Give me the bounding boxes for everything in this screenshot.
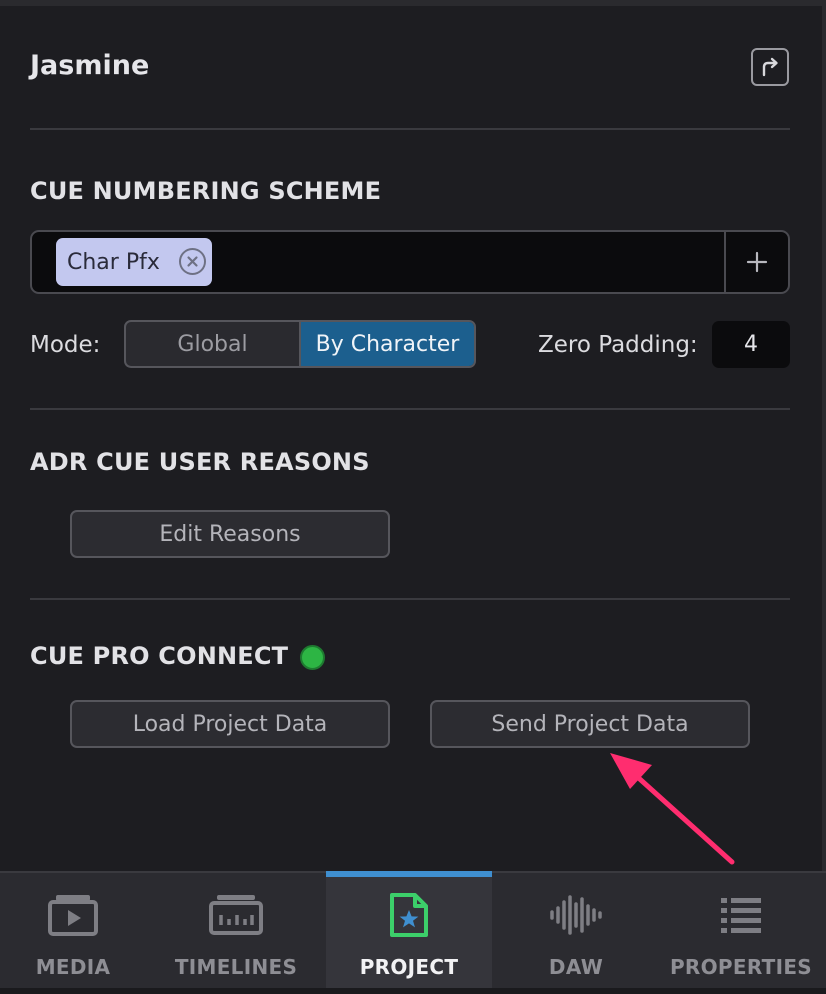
mode-label: Mode:: [30, 332, 101, 358]
edit-reasons-button[interactable]: Edit Reasons: [70, 510, 390, 558]
tab-media[interactable]: MEDIA: [0, 873, 146, 994]
top-strip: [0, 0, 826, 6]
properties-list-icon: [721, 898, 761, 933]
share-button[interactable]: [751, 48, 789, 86]
divider: [30, 598, 790, 600]
bottom-tab-bar: MEDIA TIMELINES PROJECT DAW PROPERTIES: [0, 871, 826, 994]
tab-label: PROJECT: [359, 955, 459, 979]
divider: [30, 408, 790, 410]
annotation-arrow-icon: [610, 753, 735, 865]
zero-padding-input[interactable]: 4: [712, 321, 790, 368]
add-token-button[interactable]: [724, 232, 788, 292]
timelines-icon: [209, 895, 263, 935]
tab-label: DAW: [548, 955, 604, 979]
character-title: Jasmine: [30, 50, 150, 81]
share-arrow-icon: [762, 57, 778, 77]
tab-timelines[interactable]: TIMELINES: [146, 873, 326, 994]
right-edge: [822, 0, 826, 994]
tab-daw[interactable]: DAW: [492, 873, 660, 994]
tab-properties[interactable]: PROPERTIES: [660, 873, 822, 994]
tab-label: MEDIA: [35, 955, 111, 979]
chip-remove-icon[interactable]: [179, 248, 206, 275]
media-icon: [48, 895, 98, 936]
tab-project[interactable]: PROJECT: [326, 871, 492, 994]
tab-label: PROPERTIES: [669, 955, 813, 979]
token-chip-label: Char Pfx: [67, 249, 160, 275]
bottom-strip: [0, 988, 826, 994]
mode-global-button[interactable]: Global: [126, 322, 299, 366]
zero-padding-label: Zero Padding:: [538, 332, 698, 358]
project-icon: [390, 893, 428, 937]
connection-status-dot: [300, 645, 325, 670]
send-project-data-button[interactable]: Send Project Data: [430, 700, 750, 748]
cue-numbering-token-field[interactable]: Char Pfx: [30, 230, 790, 294]
cue-pro-connect-title: CUE PRO CONNECT: [30, 642, 289, 670]
cue-numbering-title: CUE NUMBERING SCHEME: [30, 177, 382, 205]
divider: [30, 128, 790, 130]
daw-waveform-icon: [550, 895, 602, 935]
mode-segmented-control[interactable]: Global By Character: [124, 320, 476, 368]
adr-reasons-title: ADR CUE USER REASONS: [30, 448, 370, 476]
tab-label: TIMELINES: [174, 955, 298, 979]
plus-icon: [746, 251, 768, 273]
mode-by-character-button[interactable]: By Character: [299, 322, 474, 366]
token-chip[interactable]: Char Pfx: [56, 238, 212, 286]
load-project-data-button[interactable]: Load Project Data: [70, 700, 390, 748]
